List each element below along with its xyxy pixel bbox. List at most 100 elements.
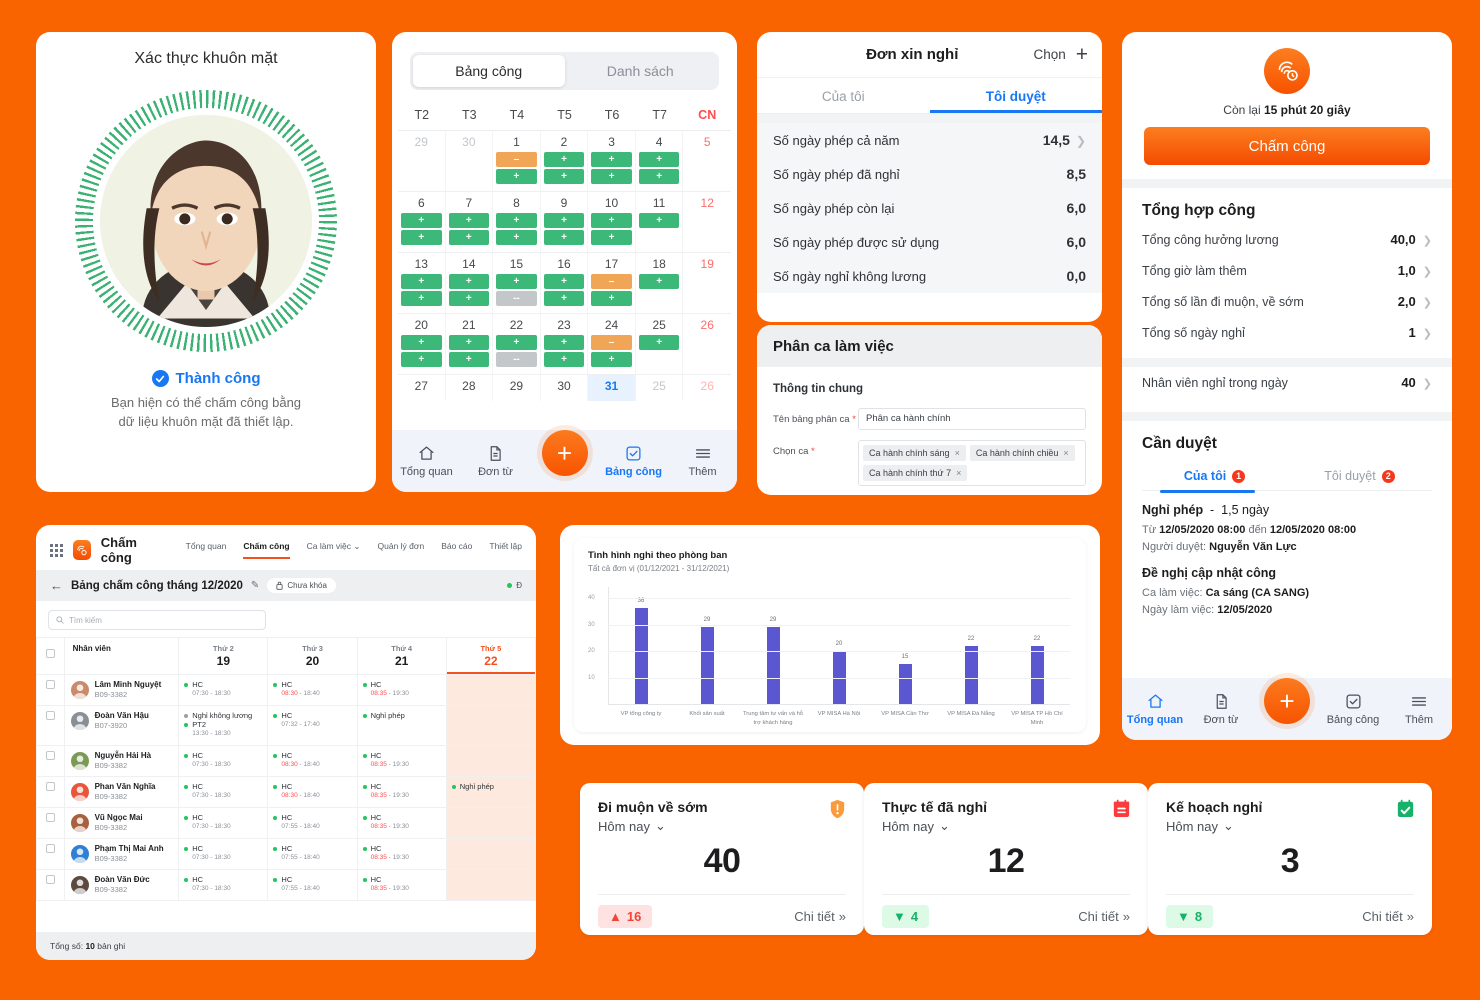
remove-tag-icon[interactable]: × xyxy=(956,468,961,478)
chevron-down-icon[interactable]: ⌄ xyxy=(1223,818,1234,834)
approve-items[interactable]: Nghỉ phép - 1,5 ngày Từ 12/05/2020 08:00 … xyxy=(1122,493,1452,619)
bar-column[interactable]: 29 xyxy=(674,587,740,704)
detail-link[interactable]: Chi tiết» xyxy=(1362,909,1414,924)
shift-name-input[interactable]: Phân ca hành chính xyxy=(858,408,1086,430)
calendar-day-31[interactable]: 31 xyxy=(588,375,636,401)
tab-Đơn từ[interactable]: Đơn từ xyxy=(1188,693,1254,726)
employee-cell[interactable]: Đoàn Văn Đức B09-3382 xyxy=(63,869,180,901)
calendar-day-14[interactable]: 14 + + xyxy=(446,253,494,313)
employee-cell[interactable]: Vũ Ngọc Mai B09-3382 xyxy=(63,807,180,839)
timesheet-chip-g[interactable]: + xyxy=(638,335,680,350)
calendar-day-30[interactable]: 30 xyxy=(541,375,589,401)
employee-cell[interactable]: Đoàn Văn Hậu B07-3920 xyxy=(63,705,180,746)
segment-0[interactable]: Bảng công xyxy=(413,55,565,87)
add-icon[interactable]: + xyxy=(1076,44,1088,65)
attendance-cell[interactable] xyxy=(445,869,536,901)
tab-Của tôi[interactable]: Của tôi xyxy=(757,78,930,113)
timesheet-chip-g[interactable]: + xyxy=(401,230,442,245)
row-checkbox-cell[interactable] xyxy=(36,838,65,870)
attendance-cell[interactable]: HC 08:30 - 18:40 xyxy=(267,776,358,808)
calendar-day-26[interactable]: 26 xyxy=(683,314,731,374)
timesheet-chip-o[interactable]: – xyxy=(591,335,632,350)
nav-item-Thiết lập[interactable]: Thiết lập xyxy=(489,541,522,559)
shift-tag[interactable]: Ca hành chính sáng × xyxy=(863,445,966,461)
calendar-day-25[interactable]: 25 xyxy=(636,375,684,401)
attendance-cell[interactable]: HC 08:30 - 18:40 xyxy=(267,674,358,706)
tab-Bảng công[interactable]: Bảng công xyxy=(599,445,668,478)
attendance-table[interactable]: Nhân viên Thứ 2 19 Thứ 3 20 Thứ 4 21 Thứ 5 22 Lâ… xyxy=(36,637,536,901)
bottom-tab-bar[interactable]: Tổng quan Đơn từ + Bảng công Thêm xyxy=(1122,678,1452,740)
add-fab-button[interactable]: + xyxy=(1254,678,1320,732)
timesheet-chip-g[interactable]: + xyxy=(543,169,585,184)
bar[interactable]: 36 xyxy=(634,598,648,704)
timesheet-chip-x[interactable]: -- xyxy=(496,291,537,306)
timesheet-chip-g[interactable]: + xyxy=(543,291,585,306)
detail-link[interactable]: Chi tiết» xyxy=(794,909,846,924)
timesheet-chip-g[interactable]: + xyxy=(496,274,537,289)
back-arrow-icon[interactable]: ← xyxy=(50,578,63,593)
timesheet-chip-g[interactable]: + xyxy=(448,230,490,245)
timesheet-chip-g[interactable]: + xyxy=(543,335,585,350)
timesheet-chip-g[interactable]: + xyxy=(591,230,632,245)
calendar-day-27[interactable]: 27 xyxy=(398,375,446,401)
leave-stat-row[interactable]: Số ngày phép còn lại 6,0 xyxy=(757,191,1102,225)
list-item[interactable]: Đề nghị cập nhật công Ca làm việc: Ca sán… xyxy=(1122,556,1452,619)
timesheet-chip-g[interactable]: + xyxy=(448,335,490,350)
plus-icon[interactable]: + xyxy=(1264,678,1310,724)
calendar-day-23[interactable]: 23 + + xyxy=(541,314,589,374)
checkbox-icon[interactable] xyxy=(45,813,55,822)
calendar-day-7[interactable]: 7 + + xyxy=(446,192,494,252)
summary-row[interactable]: Tổng số lần đi muộn, về sớm 2,0 ❯ xyxy=(1122,286,1452,317)
bar[interactable]: 29 xyxy=(700,617,714,704)
attendance-cell[interactable]: HC 07:55 - 18:40 xyxy=(267,838,358,870)
tab-Tổng quan[interactable]: Tổng quan xyxy=(392,445,461,478)
calendar-day-19[interactable]: 19 xyxy=(683,253,731,313)
timesheet-chip-g[interactable]: + xyxy=(543,274,585,289)
leave-stat-row[interactable]: Số ngày phép được sử dụng 6,0 xyxy=(757,225,1102,259)
timesheet-chip-g[interactable]: + xyxy=(543,230,585,245)
search-input[interactable]: Tìm kiếm xyxy=(48,610,266,630)
row-checkbox-cell[interactable] xyxy=(36,869,65,901)
bottom-tab-bar[interactable]: Tổng quan Đơn từ + Bảng công Thêm xyxy=(392,430,737,492)
chevron-down-icon[interactable]: ⌄ xyxy=(939,818,950,834)
add-fab-button[interactable]: + xyxy=(530,430,599,484)
attendance-cell[interactable]: HC 07:30 - 18:30 xyxy=(178,674,269,706)
nav-item-Tổng quan[interactable]: Tổng quan xyxy=(186,541,227,559)
timesheet-chip-g[interactable]: + xyxy=(401,213,442,228)
timesheet-chip-g[interactable]: + xyxy=(591,352,632,367)
row-checkbox-cell[interactable] xyxy=(36,705,65,746)
calendar-day-6[interactable]: 6 + + xyxy=(398,192,446,252)
summary-row[interactable]: Tổng giờ làm thêm 1,0 ❯ xyxy=(1122,255,1452,286)
employee-cell[interactable]: Phan Văn Nghĩa B09-3382 xyxy=(63,776,180,808)
bar-column[interactable]: 22 xyxy=(1004,587,1070,704)
table-row[interactable]: Đoàn Văn Hậu B07-3920 Nghỉ không lương PT2 1… xyxy=(36,705,536,746)
timesheet-chip-x[interactable]: -- xyxy=(496,352,537,367)
nav-item-Quản lý đơn[interactable]: Quản lý đơn xyxy=(378,541,425,559)
attendance-cell[interactable]: HC 07:30 - 18:30 xyxy=(178,838,269,870)
attendance-cell[interactable]: HC 08:35 - 19:30 xyxy=(356,745,447,777)
calendar-day-4[interactable]: 4 + + xyxy=(636,131,684,191)
attendance-cell[interactable]: Nghỉ không lương PT2 13:30 - 18:30 xyxy=(178,705,269,746)
summary-row[interactable]: Tổng công hưởng lương 40,0 ❯ xyxy=(1122,224,1452,255)
tab-Tổng quan[interactable]: Tổng quan xyxy=(1122,693,1188,726)
leave-stat-row[interactable]: Số ngày phép đã nghỉ 8,5 xyxy=(757,157,1102,191)
remove-tag-icon[interactable]: × xyxy=(1063,448,1068,458)
approve-tab-Tôi duyệt[interactable]: Tôi duyệt 2 xyxy=(1287,461,1432,490)
list-item[interactable]: Nghỉ phép - 1,5 ngày Từ 12/05/2020 08:00 … xyxy=(1122,493,1452,556)
nav-item-Báo cáo[interactable]: Báo cáo xyxy=(441,541,472,559)
calendar-day-10[interactable]: 10 + + xyxy=(588,192,636,252)
attendance-cell[interactable]: HC 08:35 - 19:30 xyxy=(356,776,447,808)
bar-column[interactable]: 36 xyxy=(608,587,674,704)
table-row[interactable]: Đoàn Văn Đức B09-3382 HC 07:30 - 18:30 HC 07:… xyxy=(36,869,536,901)
tab-Đơn từ[interactable]: Đơn từ xyxy=(461,445,530,478)
nav-item-Ca làm việc[interactable]: Ca làm việc ⌄ xyxy=(307,541,361,559)
calendar-day-30[interactable]: 30 xyxy=(446,131,494,191)
leave-tabs[interactable]: Của tôi Tôi duyệt xyxy=(757,78,1102,114)
timesheet-chip-g[interactable]: + xyxy=(496,335,537,350)
calendar-day-28[interactable]: 28 xyxy=(446,375,494,401)
row-checkbox-cell[interactable] xyxy=(36,745,65,777)
app-grid-icon[interactable] xyxy=(50,543,63,557)
bar-column[interactable]: 22 xyxy=(938,587,1004,704)
tab-Tôi duyệt[interactable]: Tôi duyệt xyxy=(930,78,1103,113)
attendance-cell[interactable] xyxy=(445,674,536,706)
